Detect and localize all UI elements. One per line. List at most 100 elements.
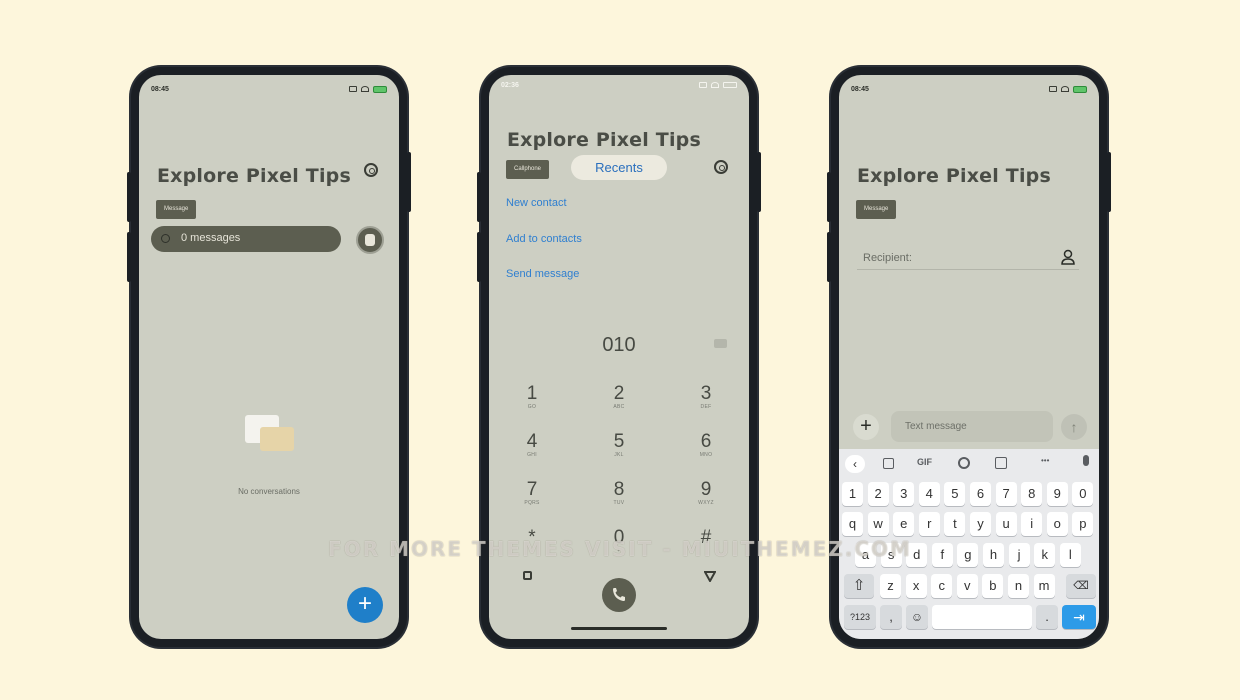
status-time: 08:45 — [851, 85, 869, 93]
volume-down-button — [477, 232, 481, 282]
key-letter-q-row-0[interactable]: q — [842, 512, 863, 536]
key-letter-z-row-3[interactable]: v — [956, 574, 978, 598]
gif-button[interactable]: GIF — [917, 457, 932, 467]
key-letter-q-row-6[interactable]: u — [995, 512, 1017, 536]
settings-gear-icon[interactable] — [714, 160, 728, 174]
sticker-icon[interactable] — [883, 458, 894, 469]
volume-up-button — [827, 172, 831, 222]
recipient-field[interactable]: Recipient: — [857, 247, 1079, 270]
status-bar: 02:36 — [501, 79, 737, 91]
shift-key[interactable]: ⇧ — [844, 574, 874, 598]
mute-icon — [1049, 86, 1057, 92]
page-title: Explore Pixel Tips — [157, 165, 351, 187]
message-chip: Message — [156, 200, 197, 219]
chat-bubble-secondary-icon — [260, 427, 294, 451]
avatar[interactable] — [356, 226, 384, 254]
add-to-contacts-link[interactable]: Add to contacts — [506, 233, 582, 245]
phone-icon — [613, 588, 625, 601]
key-letter-q-row-4[interactable]: t — [944, 512, 966, 536]
dial-key-1[interactable]: 1 GO — [512, 384, 552, 411]
dial-key-6[interactable]: 6 MNO — [686, 432, 726, 459]
signal-icon — [699, 82, 707, 88]
enter-key[interactable]: ⇥ — [1062, 605, 1096, 629]
contact-person-icon[interactable] — [1061, 249, 1075, 265]
page-title: Explore Pixel Tips — [857, 165, 1051, 187]
key-letter-z-row-2[interactable]: c — [931, 574, 953, 598]
status-bar: 08:45 — [151, 83, 387, 95]
dial-key-9[interactable]: 9 WXYZ — [686, 480, 726, 507]
search-input[interactable]: 0 messages — [181, 232, 240, 244]
search-bar[interactable]: 0 messages — [151, 226, 341, 252]
mute-icon — [349, 86, 357, 92]
key-letter-z-row-5[interactable]: n — [1008, 574, 1029, 598]
dial-key-3[interactable]: 3 DEF — [686, 384, 726, 411]
recents-square-icon[interactable] — [523, 571, 532, 580]
search-icon — [161, 234, 170, 243]
microphone-icon[interactable] — [1083, 455, 1089, 466]
keyboard-collapse-chevron-icon[interactable]: ‹ — [845, 455, 865, 473]
home-indicator[interactable] — [571, 627, 667, 630]
translate-icon[interactable] — [995, 457, 1007, 469]
key-letter-q-row-7[interactable]: i — [1021, 512, 1043, 536]
key-number-6[interactable]: 7 — [995, 482, 1017, 506]
key-number-0[interactable]: 1 — [842, 482, 863, 506]
side-button — [1107, 152, 1111, 212]
dial-key-8[interactable]: 8 TUV — [599, 480, 639, 507]
dial-key-7[interactable]: 7 PQRS — [512, 480, 552, 507]
call-button[interactable] — [602, 578, 636, 612]
period-key[interactable]: . — [1036, 605, 1058, 629]
side-button — [757, 152, 761, 212]
comma-key[interactable]: , — [880, 605, 902, 629]
battery-icon — [723, 82, 737, 88]
dial-key-5[interactable]: 5 JKL — [599, 432, 639, 459]
key-letter-q-row-1[interactable]: w — [867, 512, 889, 536]
key-number-2[interactable]: 3 — [893, 482, 915, 506]
key-number-3[interactable]: 4 — [918, 482, 940, 506]
attach-plus-button[interactable]: + — [853, 414, 879, 440]
send-message-link[interactable]: Send message — [506, 268, 579, 280]
key-number-7[interactable]: 8 — [1021, 482, 1043, 506]
key-number-5[interactable]: 6 — [970, 482, 991, 506]
key-letter-q-row-3[interactable]: r — [918, 512, 940, 536]
key-number-8[interactable]: 9 — [1046, 482, 1068, 506]
text-message-field[interactable]: Text message — [891, 411, 1053, 442]
callphone-chip: Callphone — [506, 160, 550, 179]
spacebar-key[interactable] — [932, 605, 1032, 629]
empty-state-text: No conversations — [238, 487, 300, 496]
keyboard-settings-gear-icon[interactable] — [958, 457, 970, 469]
key-number-1[interactable]: 2 — [867, 482, 889, 506]
dial-key-4[interactable]: 4 GHI — [512, 432, 552, 459]
volume-up-button — [127, 172, 131, 222]
volume-up-button — [477, 172, 481, 222]
key-letter-z-row-4[interactable]: b — [982, 574, 1004, 598]
wifi-icon — [1061, 86, 1069, 92]
new-contact-link[interactable]: New contact — [506, 197, 567, 209]
dialed-number: 010 — [602, 334, 636, 356]
wifi-icon — [711, 82, 719, 88]
back-triangle-icon[interactable] — [704, 571, 716, 582]
settings-gear-icon[interactable] — [364, 163, 378, 177]
tab-recents[interactable]: Recents — [571, 155, 667, 180]
key-number-4[interactable]: 5 — [944, 482, 966, 506]
key-letter-q-row-2[interactable]: e — [893, 512, 915, 536]
send-button[interactable]: ↑ — [1061, 414, 1087, 440]
battery-icon — [1073, 85, 1087, 93]
new-conversation-button[interactable]: + — [347, 587, 383, 623]
message-chip: Message — [856, 200, 897, 219]
status-time: 02:36 — [501, 81, 519, 89]
key-letter-q-row-8[interactable]: o — [1046, 512, 1068, 536]
key-number-9[interactable]: 0 — [1072, 482, 1094, 506]
more-options-icon[interactable]: ••• — [1041, 456, 1049, 465]
emoji-key[interactable]: ☺ — [906, 605, 928, 629]
key-letter-z-row-0[interactable]: z — [880, 574, 901, 598]
backspace-icon[interactable] — [714, 339, 727, 348]
key-letter-z-row-1[interactable]: x — [905, 574, 927, 598]
key-letter-q-row-5[interactable]: y — [970, 512, 991, 536]
key-letter-q-row-9[interactable]: p — [1072, 512, 1094, 536]
dial-key-2[interactable]: 2 ABC — [599, 384, 639, 411]
key-letter-z-row-6[interactable]: m — [1033, 574, 1055, 598]
symbols-key[interactable]: ?123 — [844, 605, 876, 629]
wifi-icon — [361, 86, 369, 92]
backspace-key[interactable]: ⌫ — [1066, 574, 1096, 598]
volume-down-button — [127, 232, 131, 282]
